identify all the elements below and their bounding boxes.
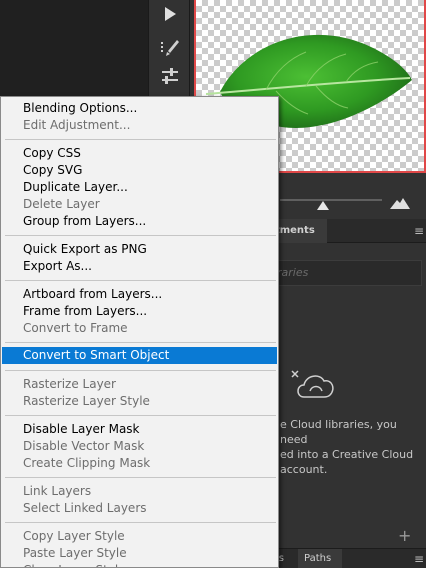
menu-separator [5, 370, 276, 371]
add-icon[interactable]: + [398, 526, 411, 545]
menu-item-convert-to-frame: Convert to Frame [23, 321, 128, 335]
menu-separator [5, 342, 276, 343]
menu-item-copy-css[interactable]: Copy CSS [2, 145, 277, 162]
brush-settings-icon[interactable] [154, 34, 186, 62]
menu-item-group-from-layers[interactable]: Group from Layers... [2, 213, 277, 230]
menu-item-artboard-from-layers[interactable]: Artboard from Layers... [2, 286, 277, 303]
menu-item-edit-adjustment: Edit Adjustment... [23, 118, 131, 132]
menu-item-rasterize-layer: Rasterize Layer [23, 377, 116, 391]
menu-item-paste-layer-style: Paste Layer Style [23, 546, 127, 560]
menu-item-delete-layer: Delete Layer [23, 197, 100, 211]
adjust-sliders-icon[interactable] [154, 62, 186, 90]
panel-menu-icon[interactable]: ≡ [414, 224, 424, 238]
menu-separator [5, 235, 276, 236]
menu-separator [5, 477, 276, 478]
menu-item-frame-from-layers[interactable]: Frame from Layers... [2, 303, 277, 320]
menu-item-disable-layer-mask[interactable]: Disable Layer Mask [2, 421, 277, 438]
mountain-large-icon[interactable] [390, 194, 410, 213]
libraries-message: e Cloud libraries, you need ed into a Cr… [280, 418, 414, 476]
menu-item-convert-to-smart-object[interactable]: Convert to Smart Object [2, 347, 277, 364]
zoom-slider-thumb[interactable] [317, 201, 329, 210]
menu-item-create-clipping-mask: Create Clipping Mask [23, 456, 151, 470]
menu-separator [5, 139, 276, 140]
menu-separator [5, 415, 276, 416]
menu-item-copy-svg[interactable]: Copy SVG [2, 162, 277, 179]
menu-separator [5, 522, 276, 523]
menu-item-blending-options[interactable]: Blending Options... [2, 100, 277, 117]
menu-item-link-layers: Link Layers [23, 484, 92, 498]
menu-item-select-linked-layers: Select Linked Layers [23, 501, 147, 515]
bottom-panel-menu-icon[interactable]: ≡ [414, 552, 424, 566]
zoom-slider-track[interactable] [280, 199, 382, 201]
menu-item-export-as[interactable]: Export As... [2, 258, 277, 275]
creative-cloud-icon [290, 367, 338, 407]
play-icon[interactable] [154, 0, 186, 28]
libraries-dropdown[interactable]: raries [262, 260, 422, 286]
menu-separator [5, 280, 276, 281]
menu-item-quick-export-as-png[interactable]: Quick Export as PNG [2, 241, 277, 258]
menu-item-disable-vector-mask: Disable Vector Mask [23, 439, 145, 453]
menu-item-duplicate-layer[interactable]: Duplicate Layer... [2, 179, 277, 196]
tab-paths[interactable]: Paths [298, 549, 342, 568]
menu-item-clear-layer-style: Clear Layer Style [2, 562, 277, 567]
menu-item-copy-layer-style: Copy Layer Style [23, 529, 125, 543]
menu-item-rasterize-layer-style: Rasterize Layer Style [23, 394, 150, 408]
context-menu: Blending Options... Edit Adjustment... Cop… [0, 96, 279, 568]
